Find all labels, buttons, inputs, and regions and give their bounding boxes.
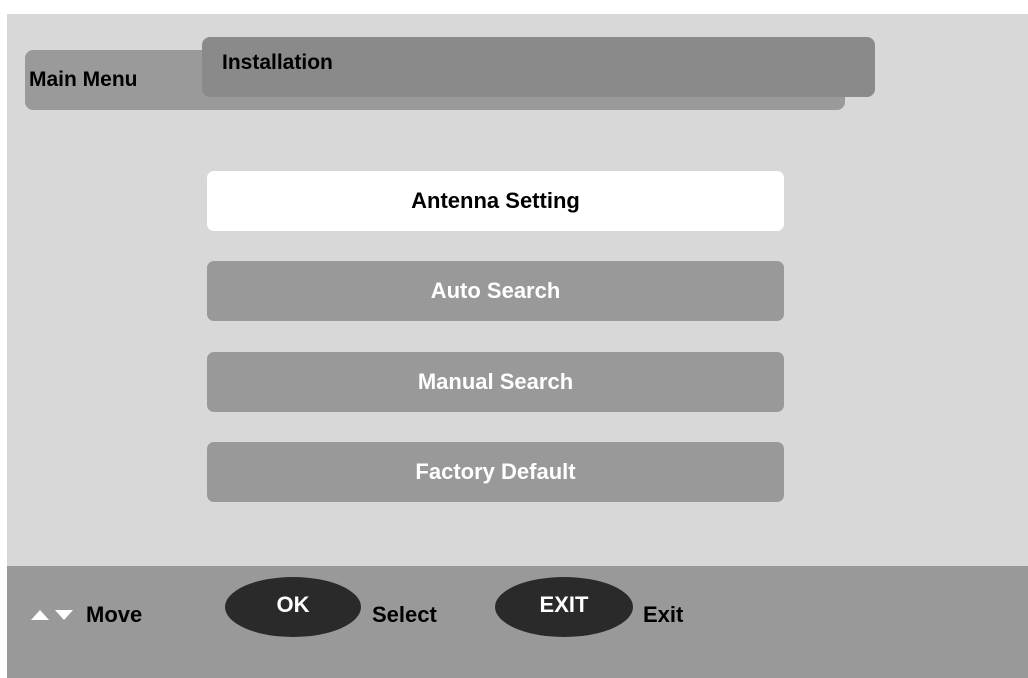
tv-menu-screen: Main Menu Installation Antenna Setting A… (7, 14, 1028, 678)
exit-button[interactable]: EXIT (495, 577, 633, 637)
footer-hint-bar: Move OK Select EXIT Exit (7, 566, 1028, 678)
menu-item-factory-default[interactable]: Factory Default (207, 442, 784, 502)
select-label: Select (372, 602, 437, 627)
move-label: Move (86, 602, 143, 627)
menu-item-antenna-setting[interactable]: Antenna Setting (207, 171, 784, 231)
ok-button[interactable]: OK (225, 577, 361, 637)
arrow-up-icon (31, 610, 49, 620)
arrow-down-icon (55, 610, 73, 620)
menu-item-manual-search[interactable]: Manual Search (207, 352, 784, 412)
installation-tab: Installation (202, 37, 875, 97)
move-hint: Move (31, 595, 142, 635)
menu-item-auto-search[interactable]: Auto Search (207, 261, 784, 321)
exit-label: Exit (643, 602, 684, 627)
main-menu-label: Main Menu (29, 68, 138, 91)
section-title: Installation (222, 51, 333, 74)
